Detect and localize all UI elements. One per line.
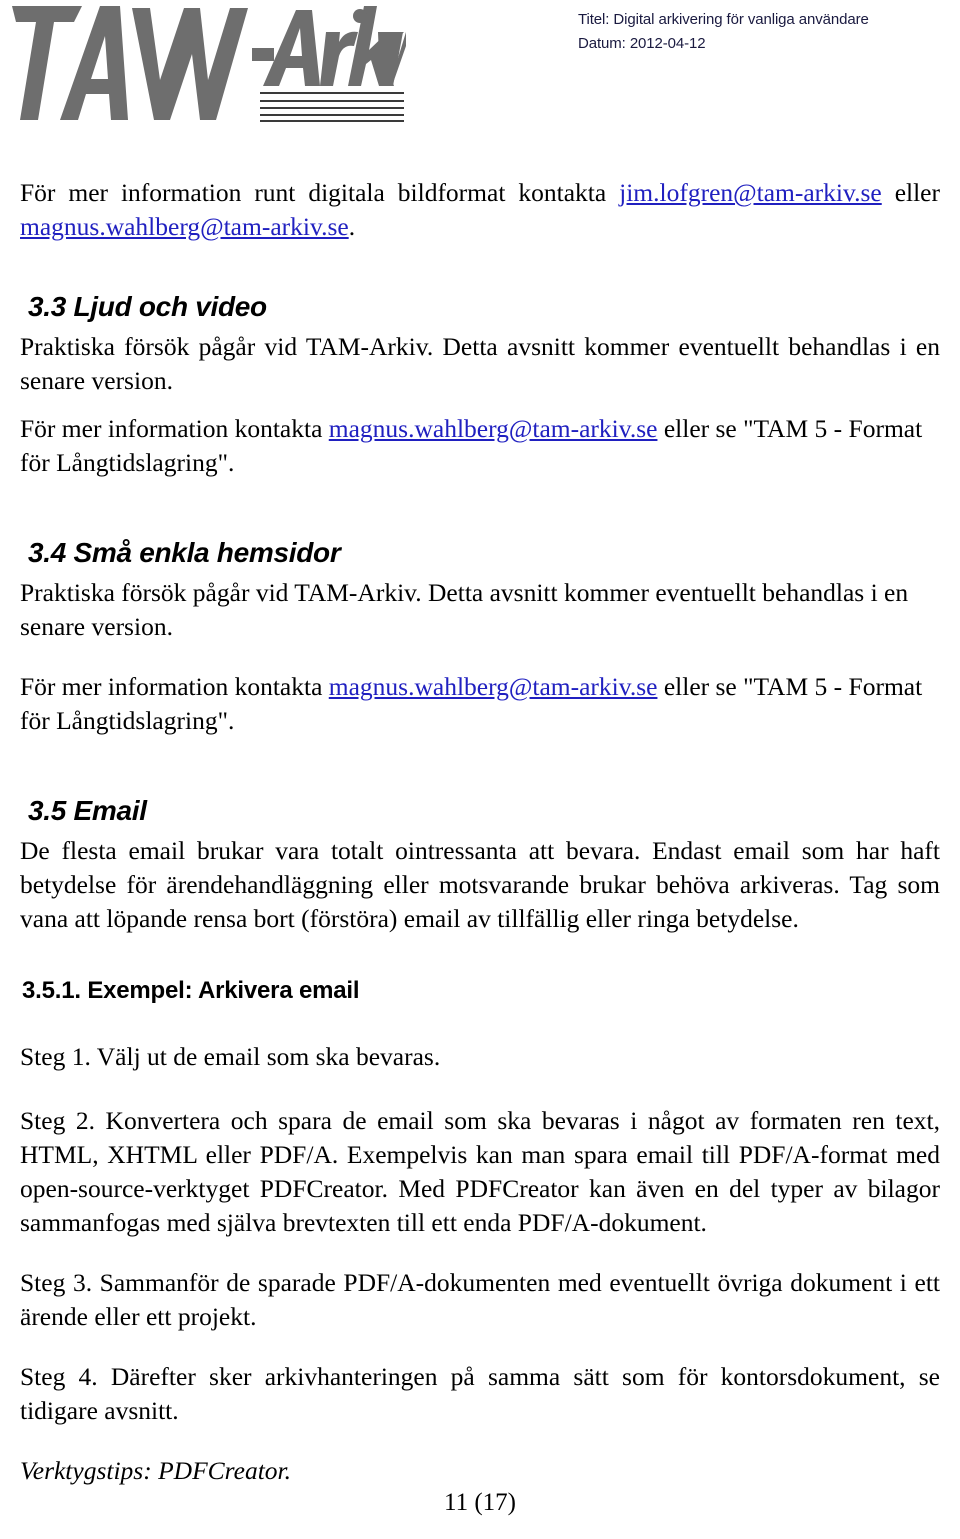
email-link-jim-lofgren[interactable]: jim.lofgren@tam-arkiv.se bbox=[619, 178, 882, 207]
step-1-paragraph: Steg 1. Välj ut de email som ska bevaras… bbox=[20, 1042, 441, 1071]
paragraph-3-4-contact: För mer information kontakta magnus.wahl… bbox=[20, 670, 940, 738]
heading-3-3: 3.3 Ljud och video bbox=[28, 291, 267, 322]
document-date-line: Datum: 2012-04-12 bbox=[578, 35, 706, 52]
intro-text-between: eller bbox=[881, 178, 940, 207]
heading-3-5: 3.5 Email bbox=[28, 795, 147, 826]
tam-arkiv-logo bbox=[8, 2, 408, 124]
page-number: 11 (17) bbox=[444, 1489, 516, 1516]
logo-rule-lines bbox=[260, 92, 404, 122]
step-4-paragraph: Steg 4. Därefter sker arkivhanteringen p… bbox=[20, 1362, 940, 1425]
paragraph-3-4-body: Praktiska försök pågår vid TAM-Arkiv. De… bbox=[20, 578, 909, 641]
email-link-magnus-wahlberg-3-4[interactable]: magnus.wahlberg@tam-arkiv.se bbox=[329, 672, 658, 701]
heading-3-5-1: 3.5.1. Exempel: Arkivera email bbox=[22, 977, 360, 1004]
paragraph-3-3-body: Praktiska försök pågår vid TAM-Arkiv. De… bbox=[20, 332, 940, 395]
tool-tip-paragraph: Verktygstips: PDFCreator. bbox=[20, 1456, 292, 1485]
intro-paragraph: För mer information runt digitala bildfo… bbox=[20, 176, 940, 244]
intro-text-after: . bbox=[348, 212, 356, 241]
paragraph-3-3-contact: För mer information kontakta magnus.wahl… bbox=[20, 412, 940, 480]
email-link-magnus-wahlberg-3-3[interactable]: magnus.wahlberg@tam-arkiv.se bbox=[329, 414, 658, 443]
contact-text-before-3-4: För mer information kontakta bbox=[20, 672, 329, 701]
header-metadata: Titel: Digital arkivering för vanliga an… bbox=[578, 8, 869, 56]
paragraph-3-5-body: De flesta email brukar vara totalt ointr… bbox=[20, 836, 940, 933]
logo-icon bbox=[12, 6, 406, 122]
document-title-line: Titel: Digital arkivering för vanliga an… bbox=[578, 11, 869, 28]
page-footer: 11 (17) bbox=[0, 1489, 960, 1517]
content-column: För mer information runt digitala bildfo… bbox=[20, 130, 940, 1488]
page-header: Titel: Digital arkivering för vanliga an… bbox=[0, 0, 960, 130]
contact-text-before-3-3: För mer information kontakta bbox=[20, 414, 329, 443]
email-link-magnus-wahlberg-intro[interactable]: magnus.wahlberg@tam-arkiv.se bbox=[20, 212, 349, 241]
step-2-paragraph: Steg 2. Konvertera och spara de email so… bbox=[20, 1106, 940, 1237]
heading-3-4: 3.4 Små enkla hemsidor bbox=[28, 537, 341, 568]
intro-text-before: För mer information runt digitala bildfo… bbox=[20, 178, 620, 207]
step-3-paragraph: Steg 3. Sammanför de sparade PDF/A-dokum… bbox=[20, 1268, 940, 1331]
document-body: För mer information runt digitala bildfo… bbox=[0, 130, 960, 1488]
